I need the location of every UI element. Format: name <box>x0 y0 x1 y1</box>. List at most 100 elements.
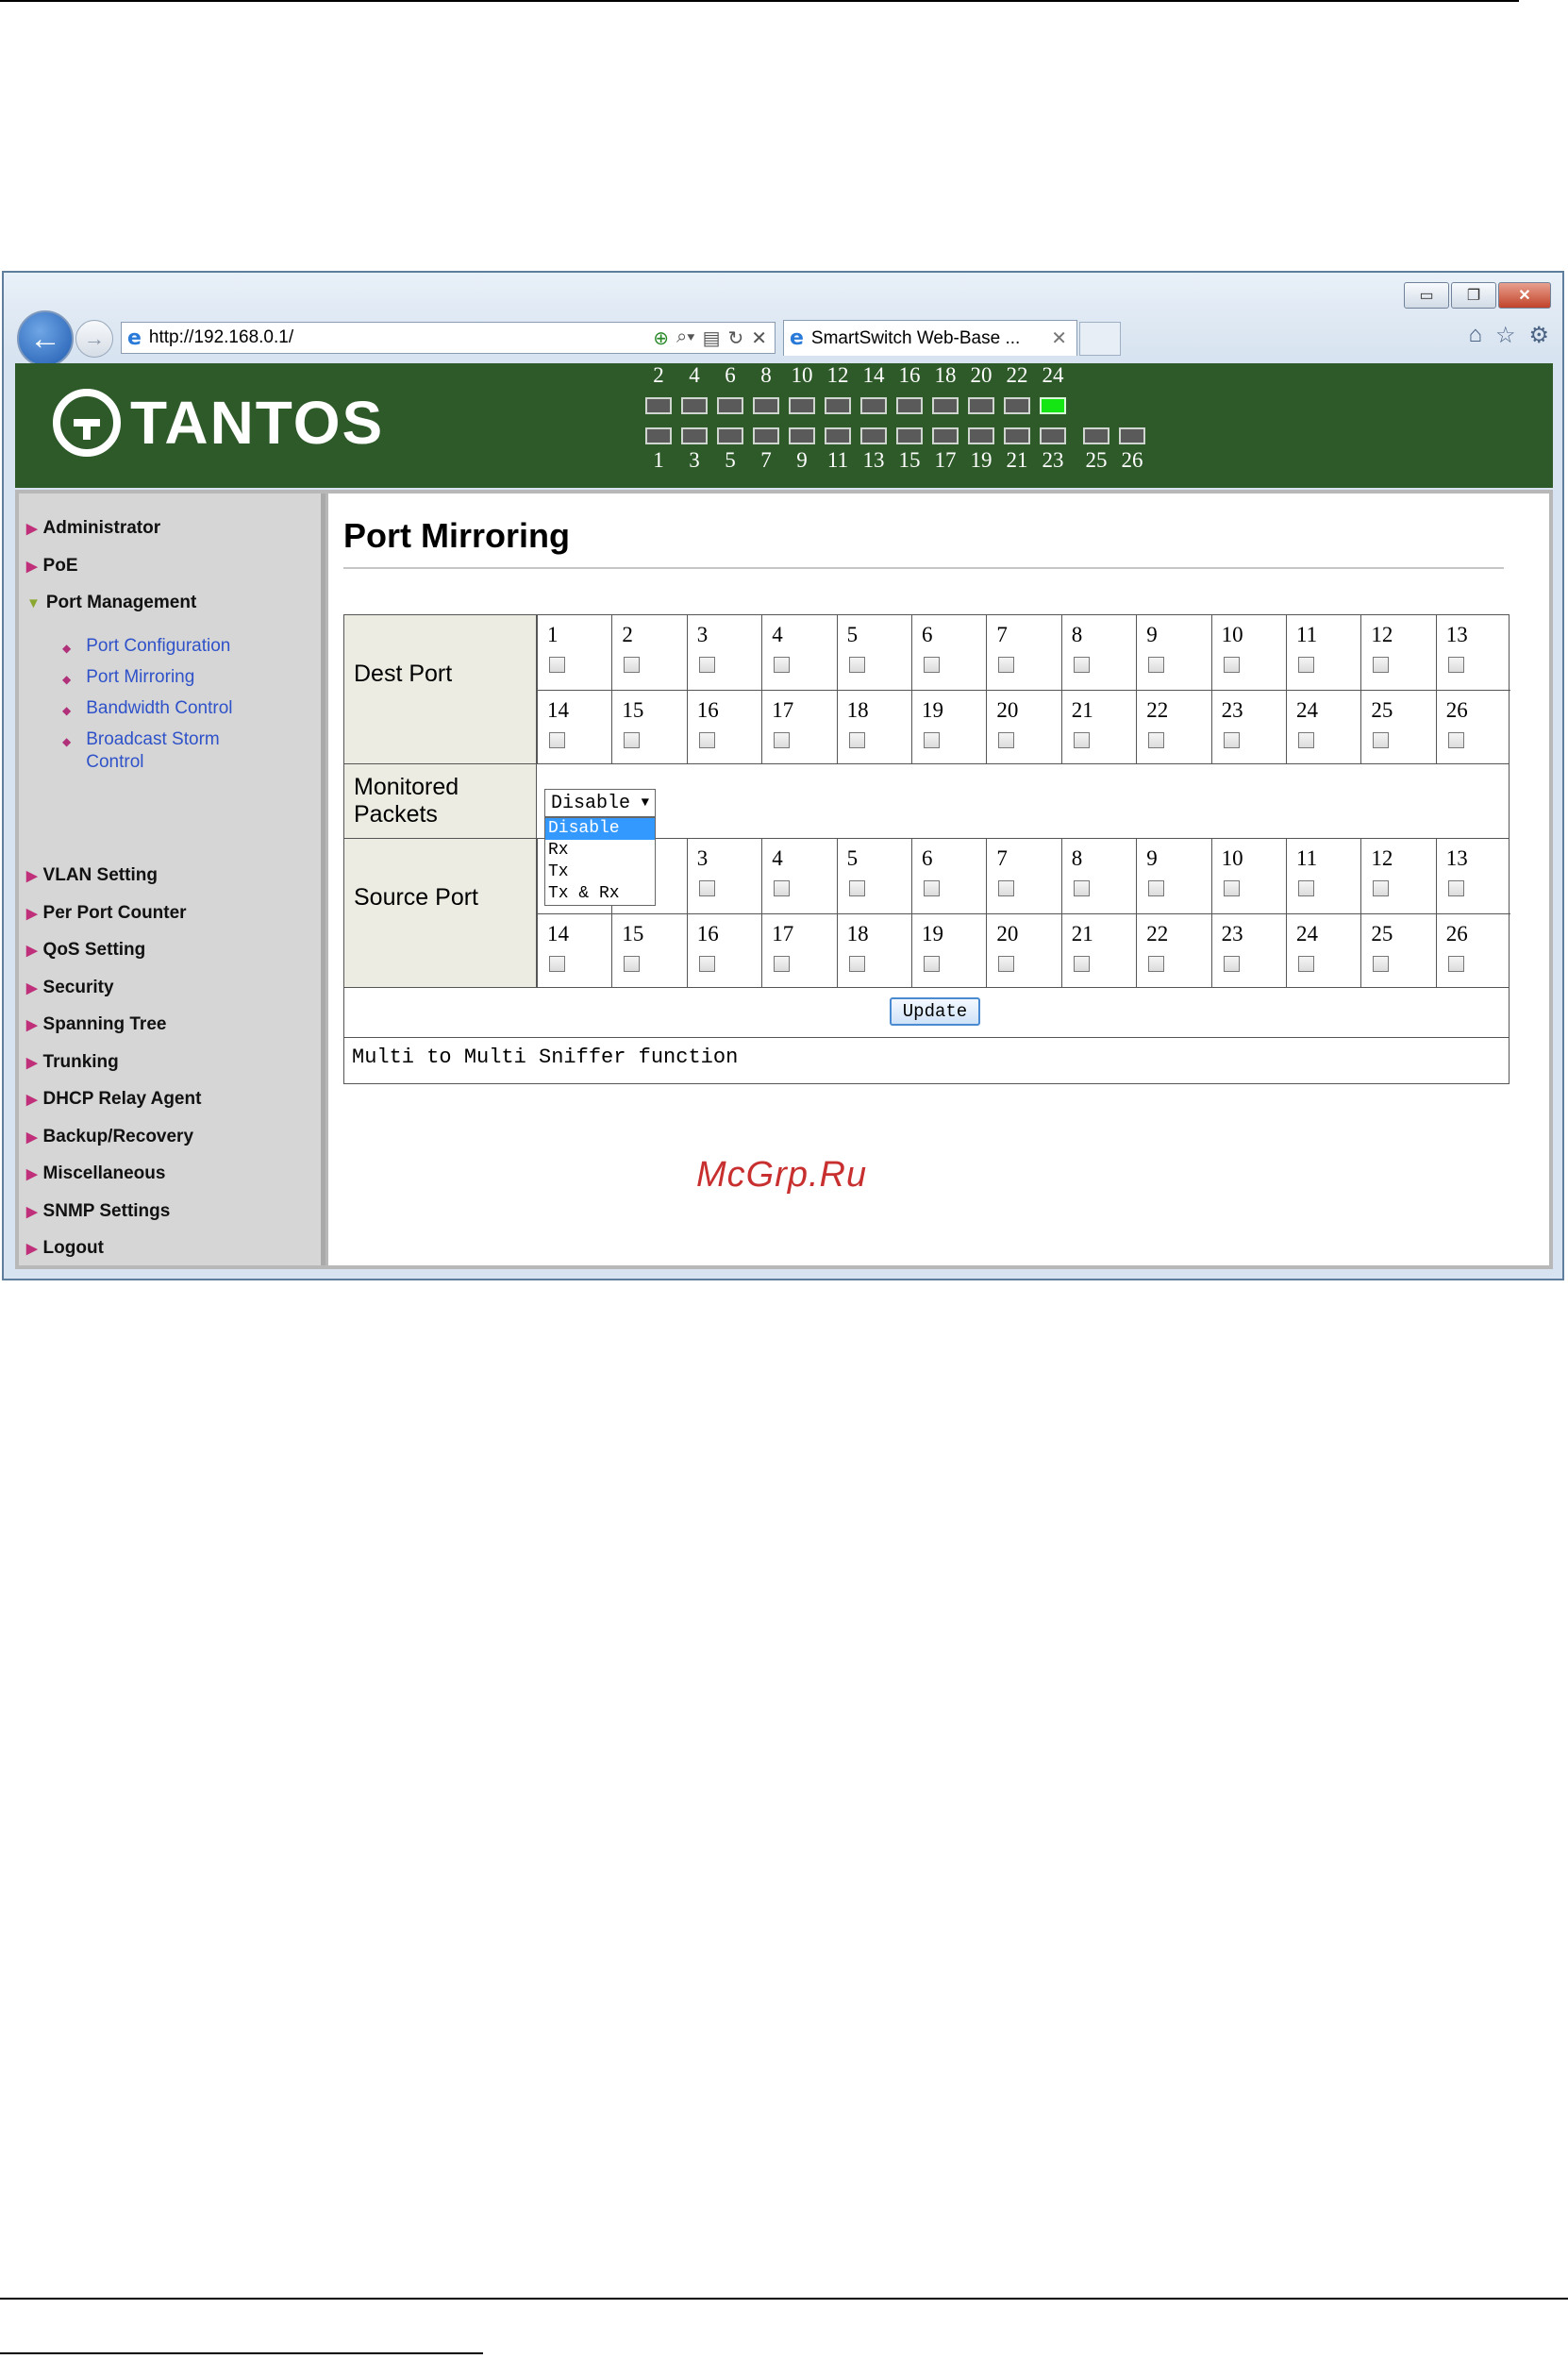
source-port-16-checkbox[interactable] <box>698 956 715 972</box>
sidebar-item-administrator[interactable]: ▶ Administrator <box>26 518 160 539</box>
favorites-star-icon[interactable]: ☆ <box>1495 322 1516 349</box>
port-led-17[interactable] <box>932 427 959 444</box>
sidebar-item-poe[interactable]: ▶ PoE <box>26 556 78 577</box>
port-led-3[interactable] <box>681 427 708 444</box>
sidebar-item-qos-setting[interactable]: ▶ QoS Setting <box>26 940 145 961</box>
dest-port-25-checkbox[interactable] <box>1373 732 1390 748</box>
dest-port-13-checkbox[interactable] <box>1447 657 1464 673</box>
sidebar-item-snmp-settings[interactable]: ▶ SNMP Settings <box>26 1201 170 1222</box>
sidebar-item-trunking[interactable]: ▶ Trunking <box>26 1052 119 1073</box>
port-led-15[interactable] <box>896 427 923 444</box>
port-led-1[interactable] <box>645 427 672 444</box>
port-led-23[interactable] <box>1040 427 1066 444</box>
dropdown-option-tx[interactable]: Tx <box>545 862 655 883</box>
dest-port-17-checkbox[interactable] <box>774 732 791 748</box>
forward-button[interactable]: → <box>75 320 113 358</box>
dest-port-1-checkbox[interactable] <box>549 657 565 673</box>
sidebar-item-dhcp-relay-agent[interactable]: ▶ DHCP Relay Agent <box>26 1089 201 1110</box>
dest-port-10-checkbox[interactable] <box>1223 657 1240 673</box>
port-led-10[interactable] <box>789 397 815 414</box>
dest-port-2-checkbox[interactable] <box>624 657 641 673</box>
dest-port-9-checkbox[interactable] <box>1148 657 1165 673</box>
dest-port-4-checkbox[interactable] <box>774 657 791 673</box>
dropdown-option-rx[interactable]: Rx <box>545 840 655 862</box>
source-port-21-checkbox[interactable] <box>1073 956 1090 972</box>
sidebar-item-backup-recovery[interactable]: ▶ Backup/Recovery <box>26 1127 193 1147</box>
sidebar-item-miscellaneous[interactable]: ▶ Miscellaneous <box>26 1163 165 1184</box>
dropdown-option-disable[interactable]: Disable <box>545 818 655 840</box>
source-port-26-checkbox[interactable] <box>1447 956 1464 972</box>
dest-port-5-checkbox[interactable] <box>848 657 865 673</box>
dest-port-19-checkbox[interactable] <box>924 732 940 748</box>
submenu-item-port-mirroring[interactable]: ◆ Port Mirroring <box>62 666 246 691</box>
source-port-23-checkbox[interactable] <box>1223 956 1240 972</box>
refresh-icon[interactable]: ↻ <box>727 326 743 350</box>
source-port-5-checkbox[interactable] <box>848 880 865 896</box>
port-led-14[interactable] <box>860 397 887 414</box>
gear-icon[interactable]: ⚙ <box>1528 322 1549 349</box>
port-led-20[interactable] <box>968 397 994 414</box>
search-icon[interactable]: ⌕▾ <box>676 326 695 350</box>
tab-close-icon[interactable]: ✕ <box>1042 326 1076 350</box>
sidebar-item-per-port-counter[interactable]: ▶ Per Port Counter <box>26 903 187 924</box>
source-port-19-checkbox[interactable] <box>924 956 940 972</box>
dest-port-7-checkbox[interactable] <box>998 657 1015 673</box>
source-port-22-checkbox[interactable] <box>1148 956 1165 972</box>
dest-port-14-checkbox[interactable] <box>549 732 565 748</box>
port-led-8[interactable] <box>753 397 779 414</box>
back-button[interactable]: ← <box>17 310 74 367</box>
address-bar[interactable]: e http://192.168.0.1/ ⊕ ⌕▾ ▤ ↻ ✕ <box>121 322 776 354</box>
port-led-16[interactable] <box>896 397 923 414</box>
source-port-20-checkbox[interactable] <box>998 956 1015 972</box>
port-led-12[interactable] <box>825 397 851 414</box>
new-tab-button[interactable] <box>1079 322 1121 356</box>
stop-icon[interactable]: ✕ <box>751 326 767 350</box>
address-url[interactable]: http://192.168.0.1/ <box>149 327 653 348</box>
submenu-item-port-configuration[interactable]: ◆ Port Configuration <box>62 635 246 660</box>
port-led-9[interactable] <box>789 427 815 444</box>
dest-port-11-checkbox[interactable] <box>1298 657 1314 673</box>
source-port-8-checkbox[interactable] <box>1073 880 1090 896</box>
source-port-6-checkbox[interactable] <box>924 880 940 896</box>
dest-port-8-checkbox[interactable] <box>1073 657 1090 673</box>
dest-port-12-checkbox[interactable] <box>1373 657 1390 673</box>
dest-port-15-checkbox[interactable] <box>624 732 641 748</box>
update-button[interactable]: Update <box>890 997 980 1026</box>
minimize-button[interactable]: ▭ <box>1404 282 1449 309</box>
dest-port-26-checkbox[interactable] <box>1447 732 1464 748</box>
source-port-17-checkbox[interactable] <box>774 956 791 972</box>
home-icon[interactable]: ⌂ <box>1468 322 1482 349</box>
dest-port-3-checkbox[interactable] <box>698 657 715 673</box>
source-port-24-checkbox[interactable] <box>1298 956 1314 972</box>
source-port-25-checkbox[interactable] <box>1373 956 1390 972</box>
port-led-22[interactable] <box>1004 397 1030 414</box>
source-port-3-checkbox[interactable] <box>698 880 715 896</box>
source-port-14-checkbox[interactable] <box>549 956 565 972</box>
sidebar-item-logout[interactable]: ▶ Logout <box>26 1238 104 1259</box>
dest-port-23-checkbox[interactable] <box>1223 732 1240 748</box>
monitored-packets-select[interactable]: Disable ▼ <box>544 789 656 817</box>
sidebar-item-spanning-tree[interactable]: ▶ Spanning Tree <box>26 1014 166 1035</box>
dest-port-18-checkbox[interactable] <box>848 732 865 748</box>
dest-port-22-checkbox[interactable] <box>1148 732 1165 748</box>
port-led-13[interactable] <box>860 427 887 444</box>
port-led-2[interactable] <box>645 397 672 414</box>
source-port-10-checkbox[interactable] <box>1223 880 1240 896</box>
port-led-5[interactable] <box>717 427 743 444</box>
port-led-4[interactable] <box>681 397 708 414</box>
compat-view-icon[interactable]: ▤ <box>703 326 721 350</box>
restore-button[interactable]: ❐ <box>1451 282 1496 309</box>
dest-port-21-checkbox[interactable] <box>1073 732 1090 748</box>
port-led-25[interactable] <box>1083 427 1109 444</box>
dest-port-24-checkbox[interactable] <box>1298 732 1314 748</box>
dest-port-16-checkbox[interactable] <box>698 732 715 748</box>
source-port-12-checkbox[interactable] <box>1373 880 1390 896</box>
port-led-24[interactable] <box>1040 397 1066 414</box>
port-led-21[interactable] <box>1004 427 1030 444</box>
source-port-11-checkbox[interactable] <box>1298 880 1314 896</box>
sidebar-item-security[interactable]: ▶ Security <box>26 978 114 998</box>
submenu-item-bandwidth-control[interactable]: ◆ Bandwidth Control <box>62 697 246 722</box>
submenu-item-broadcast-storm-control[interactable]: ◆ Broadcast Storm Control <box>62 728 246 774</box>
port-led-26[interactable] <box>1119 427 1145 444</box>
port-led-7[interactable] <box>753 427 779 444</box>
